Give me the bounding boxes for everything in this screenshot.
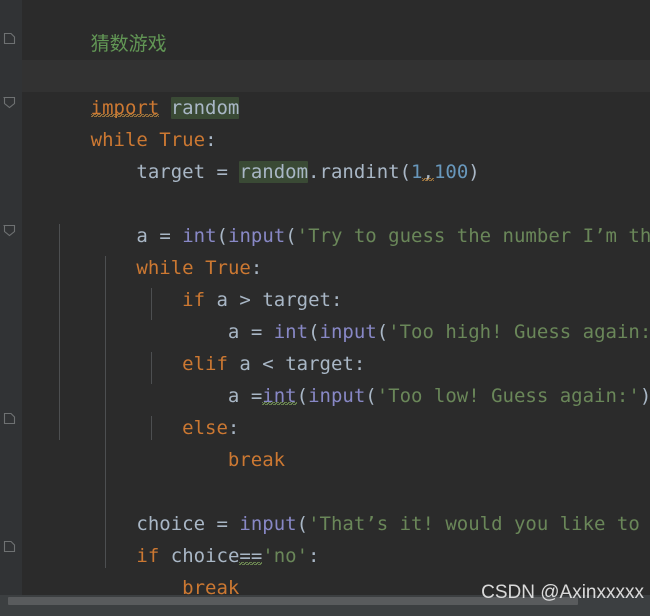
code-surface[interactable]: 猜数游戏 ''' import random while True: targe…	[0, 0, 650, 616]
code-line[interactable]: '''	[0, 28, 650, 87]
token-comma: ,	[422, 161, 434, 183]
code-line[interactable]: 猜数游戏	[0, 0, 650, 55]
code-line[interactable]: a = int(input('Try to guess the number I…	[0, 188, 650, 247]
token-keyword-break: break	[227, 449, 286, 471]
code-line[interactable]: else:	[0, 380, 650, 439]
code-line[interactable]: elif a < target:	[0, 316, 650, 375]
token-module-random: random	[239, 161, 309, 183]
code-line[interactable]: target = random.randint(1,100)	[0, 124, 650, 183]
code-fold-icon[interactable]	[3, 540, 16, 553]
token-rparen: )	[468, 161, 480, 183]
token-dot: .	[308, 161, 320, 183]
code-line[interactable]: if choice=='no':	[0, 508, 650, 567]
csdn-watermark: CSDN @Axinxxxxx	[481, 582, 644, 603]
code-line[interactable]: break	[0, 412, 650, 471]
token-var-target: target	[136, 161, 206, 183]
token-lparen: (	[399, 161, 412, 183]
code-line[interactable]: if a > target:	[0, 252, 650, 311]
code-fold-icon[interactable]	[3, 32, 16, 45]
code-fold-icon[interactable]	[3, 224, 16, 237]
token-op-assign: =	[216, 161, 228, 183]
code-line-current[interactable]: import random	[0, 60, 650, 119]
code-line[interactable]: while True:	[0, 92, 650, 151]
code-line[interactable]: while True:	[0, 220, 650, 279]
token-num-1: 1	[411, 161, 423, 183]
token-fn-randint: randint	[319, 161, 400, 183]
code-line[interactable]: a =int(input('Too low! Guess again:'))	[0, 348, 650, 407]
code-fold-icon[interactable]	[3, 412, 16, 425]
code-line[interactable]: break	[0, 540, 650, 599]
code-fold-icon[interactable]	[3, 96, 16, 109]
code-line[interactable]: a = int(input('Too high! Guess again:'))	[0, 284, 650, 343]
code-line[interactable]: choice = input('That’s it! would you lik…	[0, 476, 650, 535]
editor-gutter[interactable]	[0, 0, 22, 600]
editor-bottom-bar	[0, 607, 650, 616]
code-editor[interactable]: 猜数游戏 ''' import random while True: targe…	[0, 0, 650, 616]
token-num-100: 100	[433, 161, 469, 183]
